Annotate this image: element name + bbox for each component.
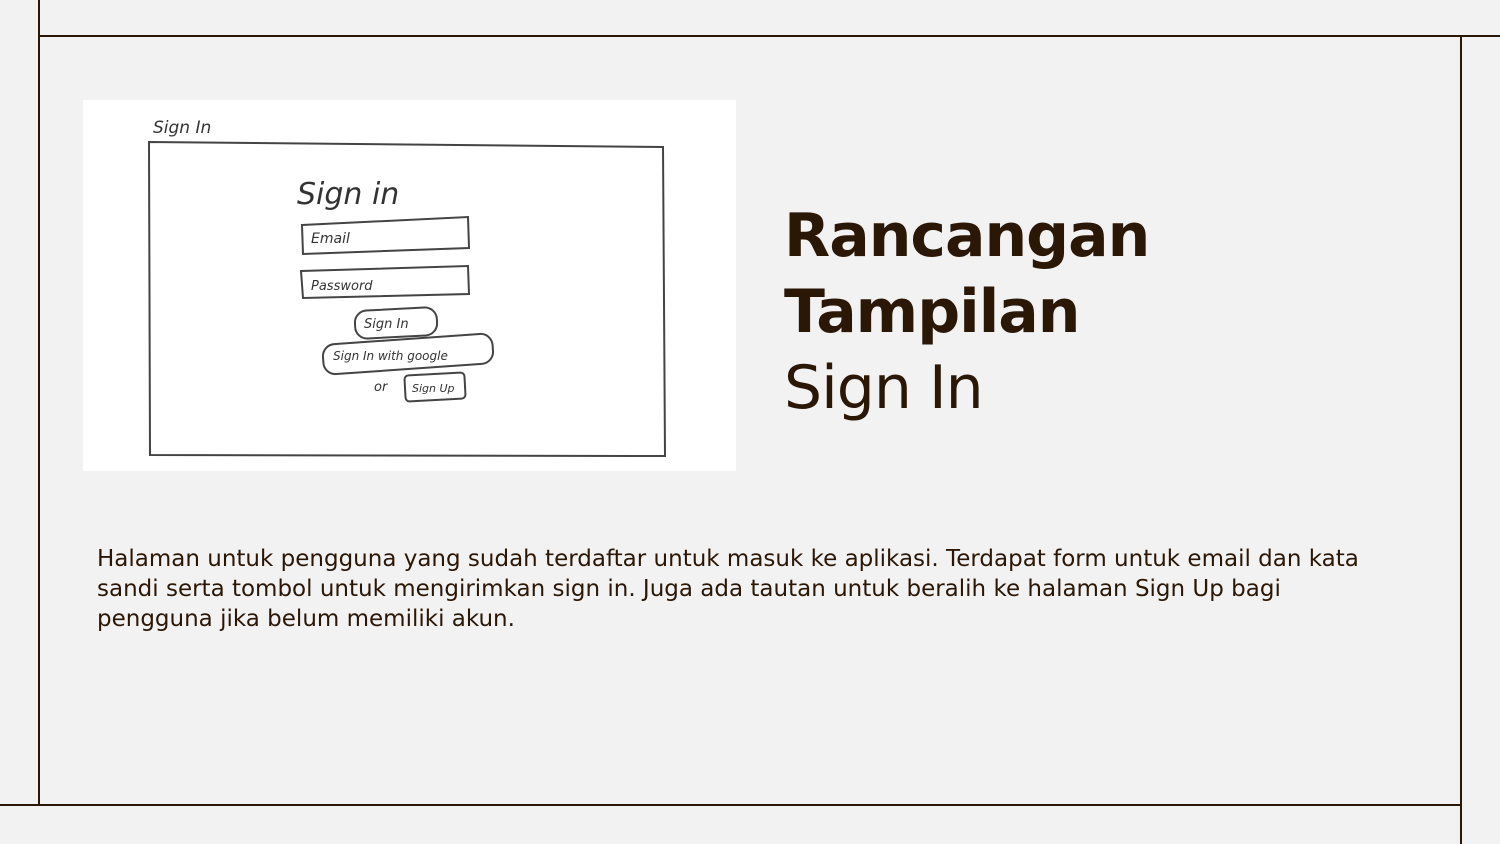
sketch-google-label: Sign In with google [333, 349, 448, 363]
sign-in-wireframe-sketch: Sign In Sign in Email Password Sign In S… [83, 100, 736, 471]
frame-line-bottom [0, 804, 1461, 806]
sketch-email-label: Email [311, 231, 350, 247]
sketch-frame-label: Sign In [153, 118, 211, 138]
title-line-2: Tampilan [784, 277, 1081, 347]
sketch-sign-up-label: Sign Up [412, 382, 455, 395]
frame-line-left [38, 0, 40, 806]
sketch-sign-in-label: Sign In [364, 317, 409, 332]
subtitle: Sign In [784, 353, 984, 423]
description-text: Halaman untuk pengguna yang sudah terdaf… [97, 546, 1359, 632]
title-block: Rancangan Tampilan Sign In [784, 198, 1424, 426]
sketch-password-label: Password [311, 279, 373, 294]
frame-line-right [1460, 36, 1462, 844]
title-line-1: Rancangan [784, 201, 1150, 271]
sketch-or-text: or [374, 380, 389, 395]
sketch-heading: Sign in [297, 177, 399, 212]
frame-line-top [39, 35, 1500, 37]
sketch-outer-frame [147, 140, 667, 458]
